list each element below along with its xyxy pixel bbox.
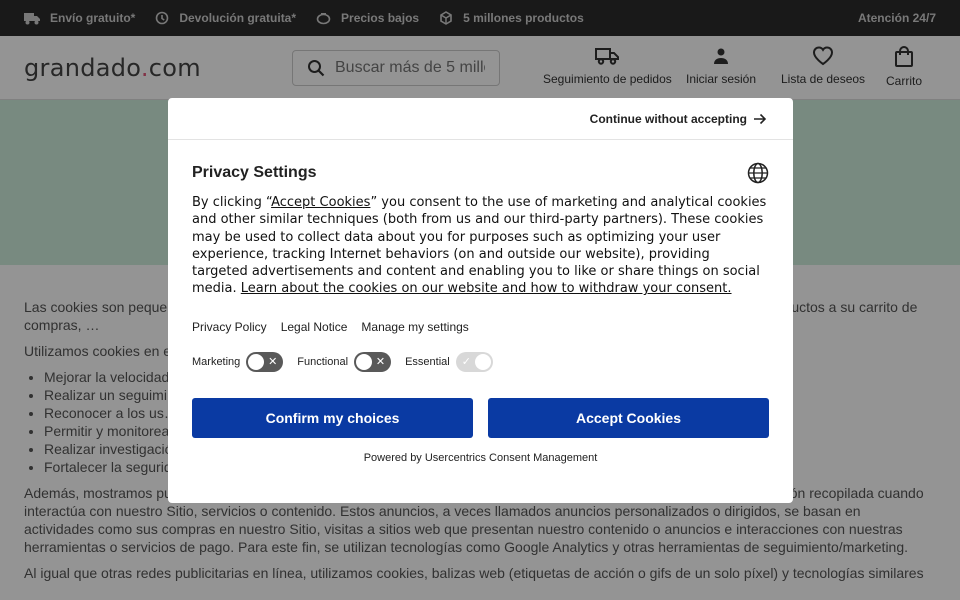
legal-notice-link[interactable]: Legal Notice xyxy=(281,320,348,334)
essential-switch: ✓ xyxy=(455,351,493,372)
powered-by-text: Powered by Usercentrics Consent Manageme… xyxy=(363,451,598,464)
toggle-essential: Essential ✓ xyxy=(405,351,493,372)
x-icon: ✕ xyxy=(268,355,278,368)
toggle-label: Marketing xyxy=(192,355,241,368)
x-icon: ✕ xyxy=(375,355,386,368)
privacy-settings-dialog: Continue without accepting Privacy Setti… xyxy=(168,98,793,503)
toggle-label: Essential xyxy=(405,355,450,368)
marketing-switch[interactable]: ✕ xyxy=(246,351,284,372)
dialog-top-bar: Continue without accepting xyxy=(168,98,793,140)
dialog-title: Privacy Settings xyxy=(192,164,317,181)
accept-cookies-inline-link[interactable]: Accept Cookies xyxy=(271,195,370,210)
functional-switch[interactable]: ✕ xyxy=(354,351,392,372)
continue-without-accepting-link[interactable]: Continue without accepting xyxy=(590,112,767,126)
learn-about-cookies-link[interactable]: Learn about the cookies on our website a… xyxy=(241,281,732,296)
consent-description: By clicking “Accept Cookies” you consent… xyxy=(192,195,767,297)
arrow-right-icon xyxy=(754,113,767,124)
confirm-choices-button[interactable]: Confirm my choices xyxy=(192,397,473,438)
dialog-title-row: Privacy Settings xyxy=(192,162,769,188)
globe-language-icon[interactable] xyxy=(747,162,769,184)
policy-links: Privacy Policy Legal Notice Manage my se… xyxy=(192,320,769,334)
toggle-marketing: Marketing ✕ xyxy=(192,351,284,372)
manage-settings-link[interactable]: Manage my settings xyxy=(361,320,468,334)
consent-toggles: Marketing ✕ Functional ✕ Essential ✓ xyxy=(192,351,769,372)
check-icon: ✓ xyxy=(461,355,471,368)
toggle-functional: Functional ✕ xyxy=(297,351,392,372)
toggle-label: Functional xyxy=(297,355,349,368)
accept-cookies-button[interactable]: Accept Cookies xyxy=(488,397,769,438)
dialog-body: Privacy Settings By clicking “Accept Coo… xyxy=(168,162,793,464)
privacy-policy-link[interactable]: Privacy Policy xyxy=(192,320,267,334)
dialog-actions: Confirm my choices Accept Cookies xyxy=(192,397,769,438)
